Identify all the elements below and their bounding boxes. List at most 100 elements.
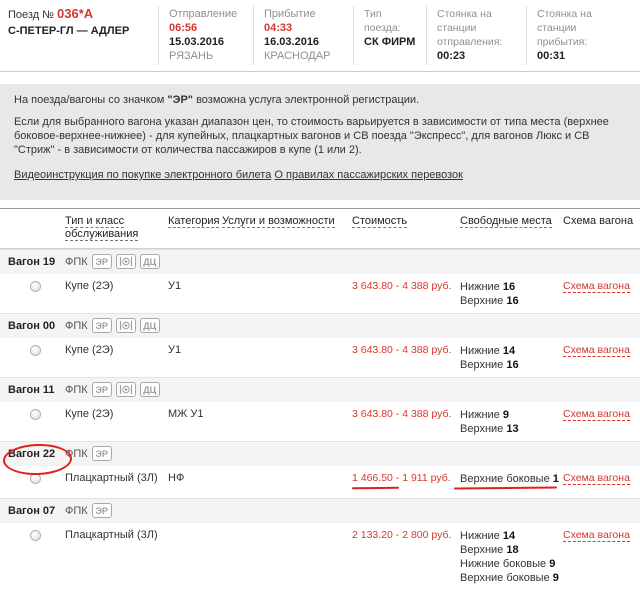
vagon-number: Вагон 00 bbox=[8, 320, 65, 332]
vagon-number: Вагон 07 bbox=[8, 505, 65, 517]
er-badge: ЭР bbox=[92, 446, 112, 461]
carrier-name: ФПК bbox=[65, 384, 88, 396]
category-value: МЖ У1 bbox=[168, 408, 222, 436]
seat-radio[interactable] bbox=[30, 345, 41, 356]
carrier-name: ФПК bbox=[65, 448, 88, 460]
col-type-class[interactable]: Тип и класс обслуживания bbox=[65, 215, 168, 241]
dc-badge: ДЦ bbox=[140, 382, 160, 397]
e-registration-notice: На поезда/вагоны со значком "ЭР" возможн… bbox=[0, 84, 640, 200]
vagon-group-header: Вагон 19 ФПК ЭР ДЦ bbox=[0, 249, 640, 273]
free-seats: Нижние 14 Верхние 16 bbox=[460, 344, 563, 372]
col-services[interactable]: Услуги и возможности bbox=[222, 215, 352, 241]
stop-arrival-block: Стоянка на станции прибытия: 00:31 bbox=[526, 6, 631, 65]
free-seats: Нижние 14 Верхние 18 Нижние боковые 9 Ве… bbox=[460, 529, 563, 585]
scheme-link[interactable]: Схема вагона bbox=[563, 472, 640, 493]
er-badge: ЭР bbox=[92, 382, 112, 397]
dining-icon bbox=[116, 254, 136, 269]
class-name: Плацкартный (3Л) bbox=[65, 472, 168, 493]
departure-station: РЯЗАНЬ bbox=[169, 49, 243, 63]
departure-label: Отправление bbox=[169, 7, 243, 21]
notice-line1-post: возможна услуга электронной регистрации. bbox=[193, 94, 419, 106]
dining-icon bbox=[116, 382, 136, 397]
stop-arrival-value: 00:31 bbox=[537, 49, 621, 63]
annotation-seats-underline bbox=[454, 486, 557, 489]
train-label: Поезд № bbox=[8, 9, 54, 21]
col-free-seats[interactable]: Свободные места bbox=[460, 215, 563, 241]
col-scheme: Схема вагона bbox=[563, 215, 640, 241]
stop-departure-value: 00:23 bbox=[437, 49, 516, 63]
class-name: Купе (2Э) bbox=[65, 408, 168, 436]
seat-radio[interactable] bbox=[30, 473, 41, 484]
er-badge: ЭР bbox=[92, 254, 112, 269]
departure-date: 15.03.2016 bbox=[169, 36, 224, 48]
carrier-name: ФПК bbox=[65, 505, 88, 517]
price-range: 1 466.50 - 1 911 руб. bbox=[352, 472, 460, 493]
train-number: 036*А bbox=[57, 6, 93, 21]
col-price[interactable]: Стоимость bbox=[352, 215, 460, 241]
notice-line1-pre: На поезда/вагоны со значком bbox=[14, 94, 167, 106]
class-name: Купе (2Э) bbox=[65, 344, 168, 372]
free-seats: Верхние боковые 1 bbox=[460, 472, 563, 493]
price-range: 3 643.80 - 4 388 руб. bbox=[352, 344, 460, 372]
arrival-station: КРАСНОДАР bbox=[264, 49, 343, 63]
scheme-link[interactable]: Схема вагона bbox=[563, 529, 640, 585]
carrier-name: ФПК bbox=[65, 320, 88, 332]
table-header-row: Тип и класс обслуживания Категория Услуг… bbox=[0, 208, 640, 249]
notice-line1-er: "ЭР" bbox=[167, 94, 193, 106]
er-badge: ЭР bbox=[92, 318, 112, 333]
seat-radio[interactable] bbox=[30, 409, 41, 420]
services-value bbox=[222, 408, 352, 436]
vagon-detail-row: Плацкартный (3Л) 2 133.20 - 2 800 руб. Н… bbox=[0, 522, 640, 590]
vagon-detail-row: Купе (2Э) У1 3 643.80 - 4 388 руб. Нижни… bbox=[0, 337, 640, 377]
services-value bbox=[222, 344, 352, 372]
vagon-group-header: Вагон 11 ФПК ЭР ДЦ bbox=[0, 377, 640, 401]
notice-line1: На поезда/вагоны со значком "ЭР" возможн… bbox=[14, 93, 626, 107]
vagon-detail-row: Купе (2Э) МЖ У1 3 643.80 - 4 388 руб. Ни… bbox=[0, 401, 640, 441]
arrival-date: 16.03.2016 bbox=[264, 36, 319, 48]
er-badge: ЭР bbox=[92, 503, 112, 518]
dc-badge: ДЦ bbox=[140, 318, 160, 333]
vagon-number: Вагон 22 bbox=[8, 448, 65, 460]
scheme-link[interactable]: Схема вагона bbox=[563, 408, 640, 436]
free-seats: Нижние 16 Верхние 16 bbox=[460, 280, 563, 308]
vagon-group-header: Вагон 00 ФПК ЭР ДЦ bbox=[0, 313, 640, 337]
train-info-header: Поезд № 036*А С-ПЕТЕР-ГЛ — АДЛЕР Отправл… bbox=[0, 0, 640, 72]
arrival-time: 04:33 bbox=[264, 22, 292, 34]
passenger-rules-link[interactable]: О правилах пассажирских перевозок bbox=[274, 168, 463, 182]
notice-line2: Если для выбранного вагона указан диапаз… bbox=[14, 115, 626, 157]
price-range: 3 643.80 - 4 388 руб. bbox=[352, 408, 460, 436]
train-number-block: Поезд № 036*А С-ПЕТЕР-ГЛ — АДЛЕР bbox=[8, 6, 158, 65]
category-value: У1 bbox=[168, 344, 222, 372]
seat-radio[interactable] bbox=[30, 281, 41, 292]
video-instruction-link[interactable]: Видеоинструкция по покупке электронного … bbox=[14, 168, 271, 182]
vagon-number: Вагон 11 bbox=[8, 384, 65, 396]
scheme-link[interactable]: Схема вагона bbox=[563, 280, 640, 308]
dc-badge: ДЦ bbox=[140, 254, 160, 269]
vagon-number: Вагон 19 bbox=[8, 256, 65, 268]
annotation-price-underline bbox=[352, 487, 399, 489]
arrival-block: Прибытие 04:33 16.03.2016 КРАСНОДАР bbox=[253, 6, 353, 65]
train-type-block: Тип поезда: СК ФИРМ bbox=[353, 6, 426, 65]
vagon-detail-row: Плацкартный (3Л) НФ 1 466.50 - 1 911 руб… bbox=[0, 465, 640, 498]
category-value: У1 bbox=[168, 280, 222, 308]
dining-icon bbox=[116, 318, 136, 333]
train-route: С-ПЕТЕР-ГЛ — АДЛЕР bbox=[8, 24, 148, 38]
free-seats: Нижние 9 Верхние 13 bbox=[460, 408, 563, 436]
scheme-link[interactable]: Схема вагона bbox=[563, 344, 640, 372]
train-type-label: Тип поезда: bbox=[364, 7, 416, 35]
price-range: 3 643.80 - 4 388 руб. bbox=[352, 280, 460, 308]
class-name: Купе (2Э) bbox=[65, 280, 168, 308]
departure-time: 06:56 bbox=[169, 22, 197, 34]
services-value bbox=[222, 280, 352, 308]
carrier-name: ФПК bbox=[65, 256, 88, 268]
vagon-detail-row: Купе (2Э) У1 3 643.80 - 4 388 руб. Нижни… bbox=[0, 273, 640, 313]
seat-radio[interactable] bbox=[30, 530, 41, 541]
stop-arrival-label: Стоянка на станции прибытия: bbox=[537, 7, 621, 49]
vagon-group-header: Вагон 07 ФПК ЭР bbox=[0, 498, 640, 522]
col-category[interactable]: Категория bbox=[168, 215, 222, 241]
stop-departure-block: Стоянка на станции отправления: 00:23 bbox=[426, 6, 526, 65]
arrival-label: Прибытие bbox=[264, 7, 343, 21]
train-type-value: СК ФИРМ bbox=[364, 35, 416, 49]
col-empty bbox=[8, 215, 65, 241]
category-value bbox=[168, 529, 222, 585]
